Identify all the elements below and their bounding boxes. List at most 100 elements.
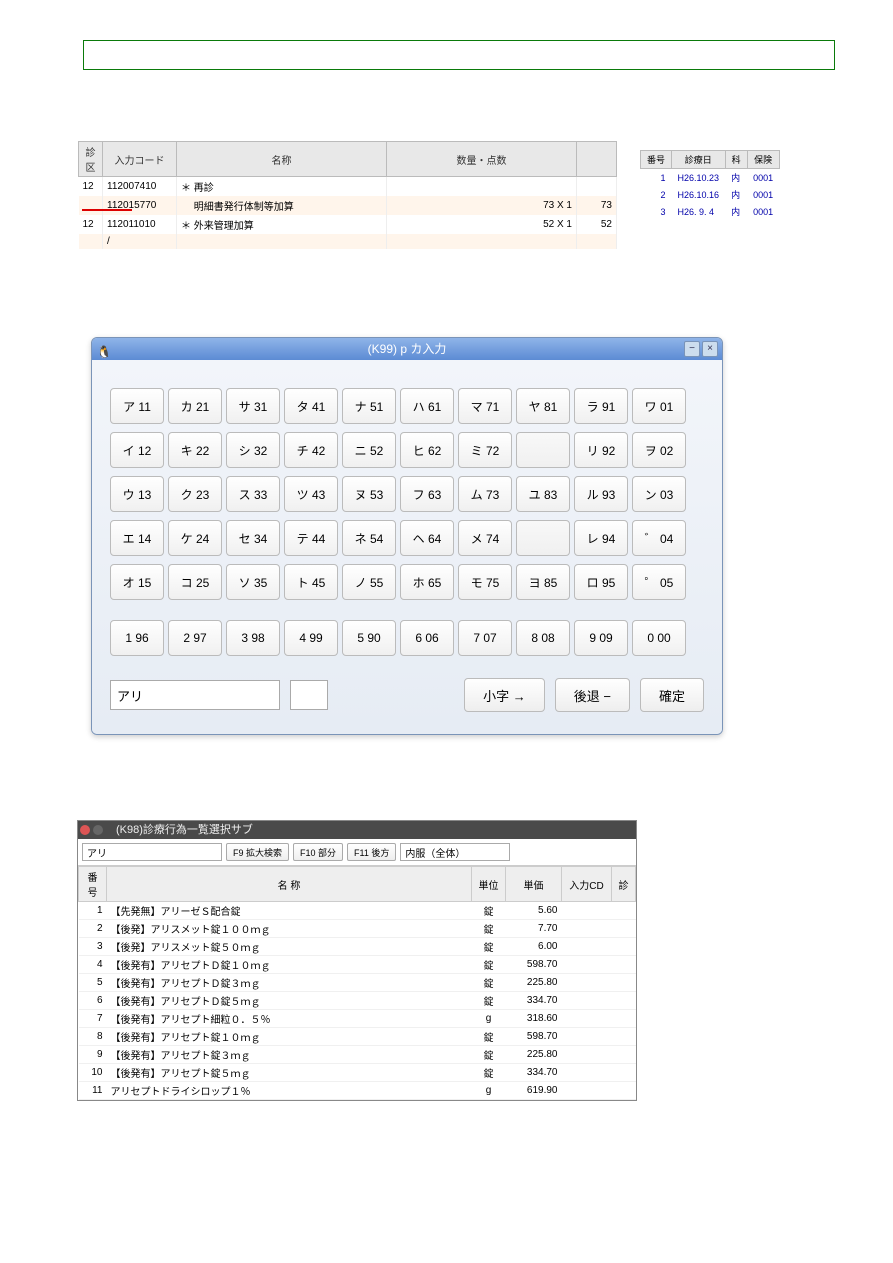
col-num: 番号 (641, 151, 672, 169)
close-dot-icon[interactable] (80, 825, 90, 835)
f11-button[interactable]: F11 後方 (347, 843, 396, 861)
kana-input-dialog: 🐧 (K99) p カ入力 − × ア 11カ 21サ 31タ 41ナ 51ハ … (91, 337, 723, 735)
num-key[interactable]: 1 96 (110, 620, 164, 656)
kana-key[interactable]: ヨ 85 (516, 564, 570, 600)
list-row[interactable]: 7【後発有】アリセプト細粒０．５％g318.60 (79, 1010, 636, 1028)
kana-key[interactable]: ユ 83 (516, 476, 570, 512)
history-row[interactable]: 3H26. 9. 4内0001 (641, 203, 780, 220)
num-key[interactable]: 0 00 (632, 620, 686, 656)
entry-row[interactable]: 12112011010＊ 外来管理加算52 X 152 (79, 215, 617, 234)
kana-key[interactable]: キ 22 (168, 432, 222, 468)
kana-key[interactable]: サ 31 (226, 388, 280, 424)
kana-key[interactable]: ワ 01 (632, 388, 686, 424)
num-key[interactable]: 3 98 (226, 620, 280, 656)
minimize-icon[interactable]: − (684, 341, 700, 357)
list-row[interactable]: 3【後発】アリスメット錠５０ｍｇ錠6.00 (79, 938, 636, 956)
kana-key[interactable]: ス 33 (226, 476, 280, 512)
num-key[interactable]: 8 08 (516, 620, 570, 656)
min-dot-icon[interactable] (93, 825, 103, 835)
num-key[interactable]: 4 99 (284, 620, 338, 656)
kana-key[interactable]: モ 75 (458, 564, 512, 600)
close-icon[interactable]: × (702, 341, 718, 357)
kana-key[interactable] (516, 432, 570, 468)
kana-key[interactable]: チ 42 (284, 432, 338, 468)
kana-key[interactable]: ヒ 62 (400, 432, 454, 468)
kana-key[interactable]: ロ 95 (574, 564, 628, 600)
history-row[interactable]: 1H26.10.23内0001 (641, 169, 780, 187)
col-category: 診区 (79, 142, 103, 177)
kana-key[interactable]: イ 12 (110, 432, 164, 468)
num-key[interactable]: 6 06 (400, 620, 454, 656)
f9-button[interactable]: F9 拡大検索 (226, 843, 289, 861)
kana-key[interactable]: ン 03 (632, 476, 686, 512)
entry-row[interactable]: 112015770 明細書発行体制等加算73 X 173 (79, 196, 617, 215)
num-key[interactable]: 7 07 (458, 620, 512, 656)
kana-key[interactable]: ミ 72 (458, 432, 512, 468)
kana-key[interactable]: ネ 54 (342, 520, 396, 556)
lcol-num: 番号 (79, 867, 107, 902)
kana-key[interactable]: ム 73 (458, 476, 512, 512)
kana-key[interactable]: ト 45 (284, 564, 338, 600)
kana-key[interactable]: ハ 61 (400, 388, 454, 424)
list-row[interactable]: 5【後発有】アリセプトＤ錠３ｍｇ錠225.80 (79, 974, 636, 992)
lcol-name: 名 称 (107, 867, 472, 902)
kana-key[interactable]: ゛ 04 (632, 520, 686, 556)
num-key[interactable]: 2 97 (168, 620, 222, 656)
entry-row[interactable]: 12112007410＊ 再診 (79, 177, 617, 197)
kana-key[interactable]: ホ 65 (400, 564, 454, 600)
list-titlebar: (K98)診療行為一覧選択サブ (78, 821, 636, 839)
f10-button[interactable]: F10 部分 (293, 843, 343, 861)
list-row[interactable]: 11アリセプトドライシロップ１％g619.90 (79, 1082, 636, 1100)
dialog-title-text: (K99) p カ入力 (368, 342, 447, 356)
kana-key[interactable]: ソ 35 (226, 564, 280, 600)
category-select[interactable] (400, 843, 510, 861)
kana-key[interactable]: セ 34 (226, 520, 280, 556)
list-row[interactable]: 2【後発】アリスメット錠１００ｍｇ錠7.70 (79, 920, 636, 938)
history-row[interactable]: 2H26.10.16内0001 (641, 186, 780, 203)
num-key[interactable]: 5 90 (342, 620, 396, 656)
kana-key[interactable]: ラ 91 (574, 388, 628, 424)
lcol-price: 単価 (506, 867, 562, 902)
kana-key[interactable]: タ 41 (284, 388, 338, 424)
kana-key[interactable]: ル 93 (574, 476, 628, 512)
kana-aux-input[interactable] (290, 680, 328, 710)
kana-key[interactable]: ア 11 (110, 388, 164, 424)
entry-row[interactable]: / (79, 234, 617, 249)
list-row[interactable]: 1【先発無】アリーゼＳ配合錠錠5.60 (79, 902, 636, 920)
list-search-input[interactable] (82, 843, 222, 861)
kana-key[interactable]: メ 74 (458, 520, 512, 556)
kana-key[interactable]: カ 21 (168, 388, 222, 424)
kana-key[interactable]: マ 71 (458, 388, 512, 424)
kana-key[interactable]: ゜ 05 (632, 564, 686, 600)
list-row[interactable]: 9【後発有】アリセプト錠３ｍｇ錠225.80 (79, 1046, 636, 1064)
kana-key[interactable] (516, 520, 570, 556)
kana-key[interactable]: ヲ 02 (632, 432, 686, 468)
small-char-button[interactable]: 小字 → (464, 678, 545, 712)
kana-key[interactable]: レ 94 (574, 520, 628, 556)
list-row[interactable]: 6【後発有】アリセプトＤ錠５ｍｇ錠334.70 (79, 992, 636, 1010)
kana-key[interactable]: ヘ 64 (400, 520, 454, 556)
list-row[interactable]: 4【後発有】アリセプトＤ錠１０ｍｇ錠598.70 (79, 956, 636, 974)
kana-key[interactable]: エ 14 (110, 520, 164, 556)
list-row[interactable]: 8【後発有】アリセプト錠１０ｍｇ錠598.70 (79, 1028, 636, 1046)
kana-key[interactable]: オ 15 (110, 564, 164, 600)
kana-key[interactable]: ヌ 53 (342, 476, 396, 512)
kana-key[interactable]: ツ 43 (284, 476, 338, 512)
kana-key[interactable]: ナ 51 (342, 388, 396, 424)
confirm-button[interactable]: 確定 (640, 678, 704, 712)
kana-key[interactable]: フ 63 (400, 476, 454, 512)
kana-key[interactable]: ケ 24 (168, 520, 222, 556)
kana-key[interactable]: ク 23 (168, 476, 222, 512)
list-row[interactable]: 10【後発有】アリセプト錠５ｍｇ錠334.70 (79, 1064, 636, 1082)
kana-key[interactable]: シ 32 (226, 432, 280, 468)
kana-key[interactable]: コ 25 (168, 564, 222, 600)
kana-key[interactable]: ヤ 81 (516, 388, 570, 424)
num-key[interactable]: 9 09 (574, 620, 628, 656)
backspace-button[interactable]: 後退 − (555, 678, 630, 712)
kana-key[interactable]: ノ 55 (342, 564, 396, 600)
kana-key[interactable]: ニ 52 (342, 432, 396, 468)
kana-key[interactable]: リ 92 (574, 432, 628, 468)
kana-key[interactable]: ウ 13 (110, 476, 164, 512)
kana-key[interactable]: テ 44 (284, 520, 338, 556)
kana-input[interactable] (110, 680, 280, 710)
